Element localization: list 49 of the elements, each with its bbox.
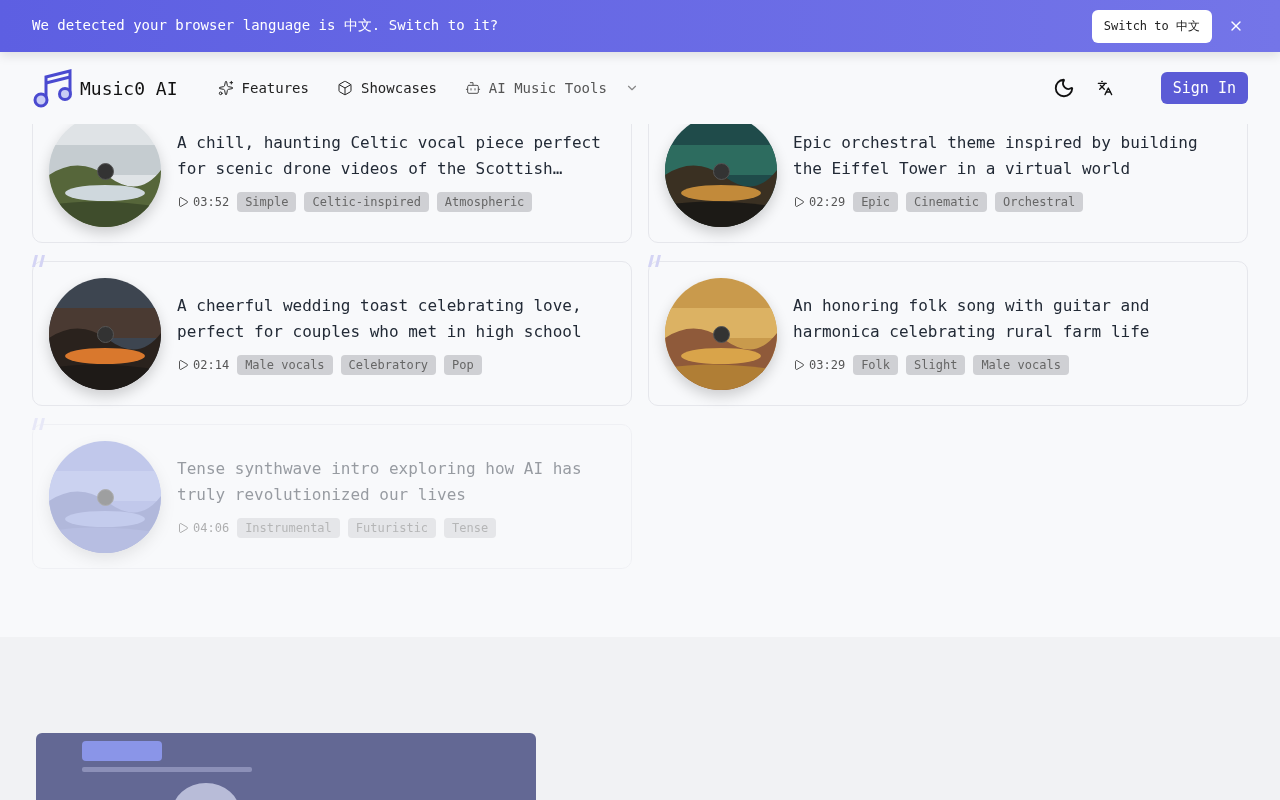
quote-icon [32, 255, 46, 267]
track-title: Tense synthwave intro exploring how AI has truly revolutionized our lives [177, 457, 583, 506]
tag: Male vocals [237, 354, 333, 375]
play-icon [177, 358, 189, 371]
bot-icon [464, 80, 481, 96]
play-icon [177, 521, 189, 534]
play-icon [793, 358, 805, 371]
tag: Cinematic [906, 191, 988, 212]
tag: Celtic-inspired [304, 191, 429, 212]
track-card[interactable]: Epic orchestral theme inspired by building the Eiffel Tower in a virtual world 02:29 Epic Cinematic Orchestral [648, 124, 1248, 243]
track-duration: 02:14 [177, 357, 230, 372]
tag: Orchestral [995, 191, 1084, 212]
play-icon [793, 195, 805, 208]
track-duration: 04:06 [177, 520, 230, 535]
tag: Atmospheric [436, 191, 533, 212]
track-title: An honoring folk song with guitar and harmonica celebrating rural farm life [793, 294, 1151, 343]
track-card[interactable]: A chill, haunting Celtic vocal piece perfect for scenic drone videos of the Scottish… 03:52 Simple Celtic-inspired Atmospheric [32, 124, 632, 243]
nav-link[interactable]: Showcases [337, 80, 437, 96]
tag: Simple [237, 191, 297, 212]
nav-link[interactable]: Features [217, 80, 309, 96]
dark-mode-button[interactable] [1052, 77, 1075, 99]
quote-icon [648, 255, 662, 267]
track-title: A chill, haunting Celtic vocal piece perfect for scenic drone videos of the Scottish… [177, 131, 602, 180]
tag: Folk [853, 354, 899, 375]
sign-in-button[interactable]: Sign In [1160, 72, 1248, 104]
tag: Slight [906, 354, 966, 375]
nav-link[interactable]: AI Music Tools [464, 80, 639, 96]
tag: Pop [444, 354, 482, 375]
tag: Epic [853, 191, 899, 212]
track-title: A cheerful wedding toast celebrating love, perfect for couples who met in high school [177, 294, 583, 343]
track-card[interactable]: An honoring folk song with guitar and harmonica celebrating rural farm life 03:29 Folk Slight Male vocals [648, 261, 1248, 406]
track-duration: 03:52 [177, 194, 230, 209]
tag: Celebratory [340, 354, 437, 375]
music-note-icon [32, 67, 74, 109]
moon-icon [1052, 77, 1075, 99]
play-icon [177, 195, 189, 208]
track-duration: 03:29 [793, 357, 846, 372]
banner-message: We detected your browser language is 中文. Switch to it? [32, 17, 500, 35]
disc-hole [97, 488, 114, 506]
track-duration: 02:29 [793, 194, 846, 209]
tag: Male vocals [973, 354, 1069, 375]
translate-icon [1096, 80, 1113, 96]
track-title: Epic orchestral theme inspired by building the Eiffel Tower in a virtual world [793, 131, 1199, 180]
brand-name: Music0 AI [80, 77, 178, 99]
language-button[interactable] [1096, 80, 1113, 96]
box-icon [337, 80, 353, 96]
track-card[interactable]: A cheerful wedding toast celebrating love, perfect for couples who met in high school 02:14 Male vocals Celebratory Pop [32, 261, 632, 406]
sparkles-icon [217, 80, 234, 96]
switch-language-button[interactable]: Switch to 中文 [1091, 9, 1212, 43]
